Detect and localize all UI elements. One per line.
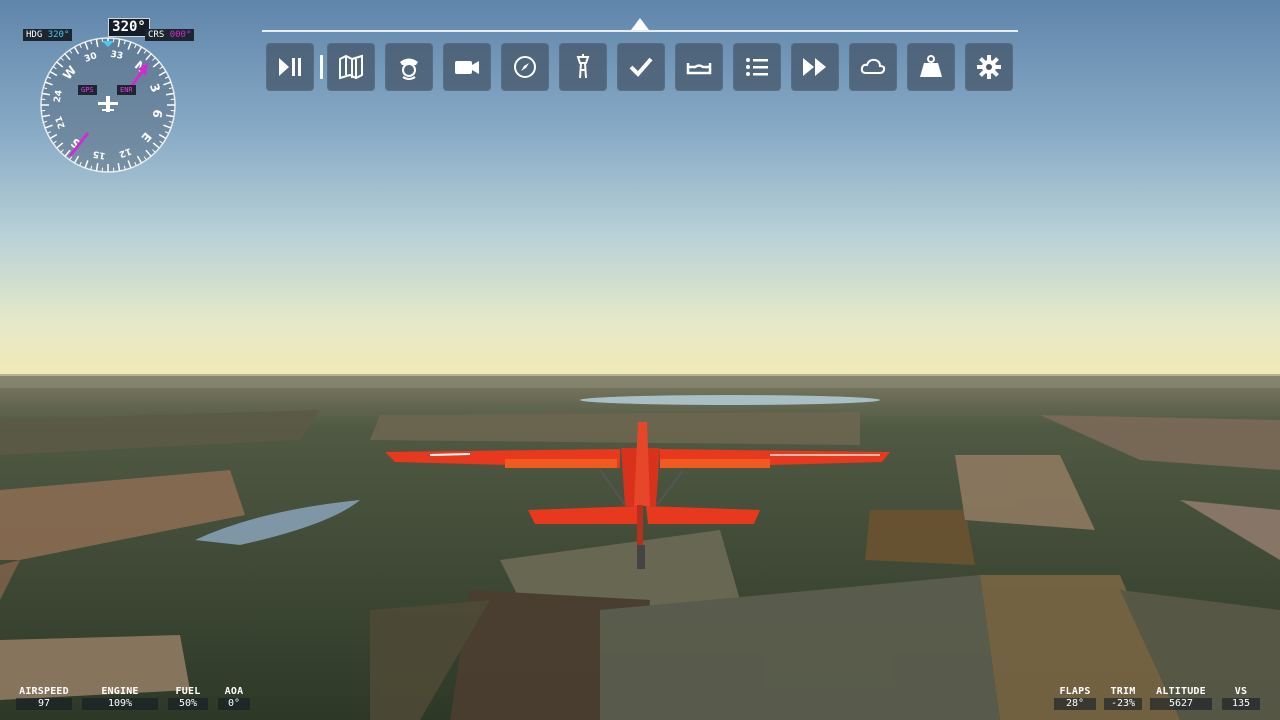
fuel-value: 50% [168,698,208,710]
engine-label: ENGINE [101,686,139,697]
compass-label-33: 33 [110,50,124,62]
engine-value: 109% [82,698,158,710]
gear-icon [977,55,1001,79]
toolbar-indicator [631,18,649,30]
altitude-gauge: ALTITUDE 5627 [1150,686,1212,710]
list-icon [746,58,768,76]
altitude-label: ALTITUDE [1156,686,1206,697]
controls-button[interactable] [675,43,723,91]
weather-button[interactable] [849,43,897,91]
settings-button[interactable] [965,43,1013,91]
weight-balance-button[interactable] [907,43,955,91]
aoa-value: 0° [218,698,250,710]
compass-icon [514,56,536,78]
checklist-button[interactable] [617,43,665,91]
airspeed-gauge: AIRSPEED 97 [16,686,72,710]
flaps-value: 28° [1054,698,1096,710]
weight-icon [920,55,942,77]
camera-button[interactable] [443,43,491,91]
crs-label: CRS [148,30,165,40]
engine-gauge: ENGINE 109% [82,686,158,710]
gps-tag: GPS [78,85,97,95]
objectives-button[interactable] [733,43,781,91]
map-button[interactable] [327,43,375,91]
flaps-label: FLAPS [1059,686,1091,697]
tower-icon [576,54,590,79]
trim-gauge: TRIM -23% [1104,686,1142,710]
hdg-box: HDG 320° [23,29,73,41]
hdg-label: HDG [26,30,43,40]
flaps-gauge: FLAPS 28° [1054,686,1096,710]
trim-value: -23% [1104,698,1142,710]
map-icon [339,54,363,80]
yoke-icon [686,63,712,75]
camera-icon [455,61,479,74]
compass-label-15: 15 [92,148,106,160]
sim-rate-button[interactable] [791,43,839,91]
vs-label: VS [1234,686,1248,697]
heading-indicator: N 3 6 E 12 15 S 21 24 W 30 33 320° HDG 320° CRS 000… [20,16,200,178]
altitude-value: 5627 [1150,698,1212,710]
fuel-label: FUEL [175,686,201,697]
hdg-value: 320° [47,30,70,40]
pilot-button[interactable] [385,43,433,91]
navlog-button[interactable] [501,43,549,91]
trim-label: TRIM [1110,686,1136,697]
compass-label-24: 24 [53,89,65,103]
pilot-icon [400,58,418,80]
heading-readout: 320° [108,18,150,37]
enr-tag: ENR [117,85,136,95]
aoa-gauge: AOA 0° [218,686,250,710]
vs-gauge: VS 135 [1222,686,1260,710]
crs-value: 000° [169,30,192,40]
distant-lake [580,395,880,405]
toolbar-separator [320,55,323,79]
toolbar-rail [262,30,1018,32]
vs-value: 135 [1222,698,1260,710]
fast-forward-icon [803,58,826,76]
pause-play-button[interactable] [266,43,314,91]
airspeed-label: AIRSPEED [19,686,69,697]
atc-button[interactable] [559,43,607,91]
aoa-label: AOA [224,686,244,697]
fuel-gauge: FUEL 50% [168,686,208,710]
checkmark-icon [629,57,653,77]
play-pause-icon [279,58,301,76]
crs-box: CRS 000° [145,29,195,41]
cloud-icon [860,58,886,74]
airspeed-value: 97 [16,698,72,710]
